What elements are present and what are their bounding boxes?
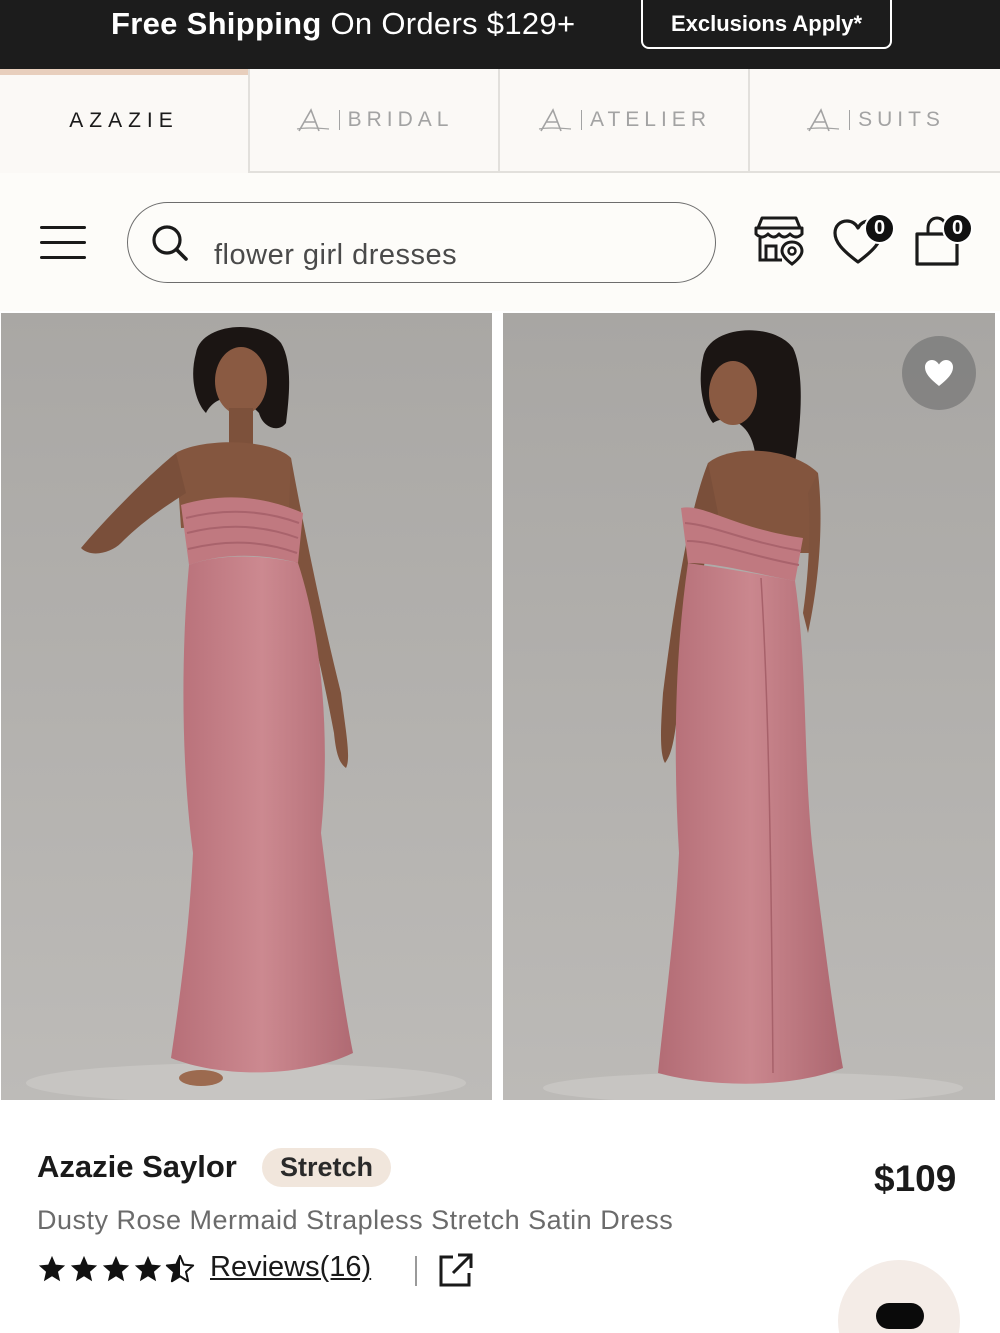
store-locator-icon[interactable] [752,214,806,266]
promo-bar: Free Shipping On Orders $129+ Exclusions… [0,0,1000,69]
star-icon [134,1255,162,1282]
search-bar[interactable] [127,202,716,283]
header: 0 0 [0,173,1000,311]
search-input[interactable] [214,239,694,272]
tab-bridal[interactable]: BRIDAL [250,69,500,173]
hamburger-icon[interactable] [40,224,86,260]
cart-count-badge: 0 [942,213,973,244]
external-link-icon[interactable] [438,1252,474,1288]
brand-tabs: AZAZIE BRIDAL ATELIER SUITS [0,69,1000,173]
azazie-monogram-icon [537,107,573,133]
product-description[interactable]: Dusty Rose Mermaid Strapless Stretch Sat… [37,1205,673,1236]
promo-rest-text: On Orders $129+ [321,6,576,41]
chat-icon [876,1303,924,1329]
product-price: $109 [874,1158,957,1199]
tab-azazie[interactable]: AZAZIE [0,69,250,173]
tab-atelier[interactable]: ATELIER [500,69,750,173]
product-image-front[interactable] [1,313,492,1100]
tab-bridal-label: BRIDAL [347,108,454,131]
promo-text: Free Shipping On Orders $129+ [111,6,575,42]
tab-suits-label: SUITS [858,108,945,131]
stretch-tag: Stretch [262,1148,392,1187]
product-image-back[interactable] [503,313,995,1100]
star-icon [102,1255,130,1282]
azazie-monogram-icon [295,107,331,133]
reviews-link[interactable]: Reviews(16) [210,1251,371,1284]
tab-azazie-label: AZAZIE [69,109,179,132]
star-icon [38,1255,66,1282]
divider [415,1256,417,1286]
exclusions-apply-button[interactable]: Exclusions Apply* [641,0,892,49]
product-brand-name[interactable]: Azazie Saylor [37,1149,237,1185]
heart-filled-icon [925,360,953,386]
rating-stars [37,1254,195,1284]
search-icon[interactable] [150,223,190,263]
favorite-button[interactable] [902,336,976,410]
azazie-monogram-icon [805,107,841,133]
tab-suits[interactable]: SUITS [750,69,1000,173]
wishlist-count-badge: 0 [864,213,895,244]
promo-bold-text: Free Shipping [111,6,322,41]
star-half-icon [165,1254,195,1283]
star-icon [70,1255,98,1282]
tab-atelier-label: ATELIER [590,108,711,131]
